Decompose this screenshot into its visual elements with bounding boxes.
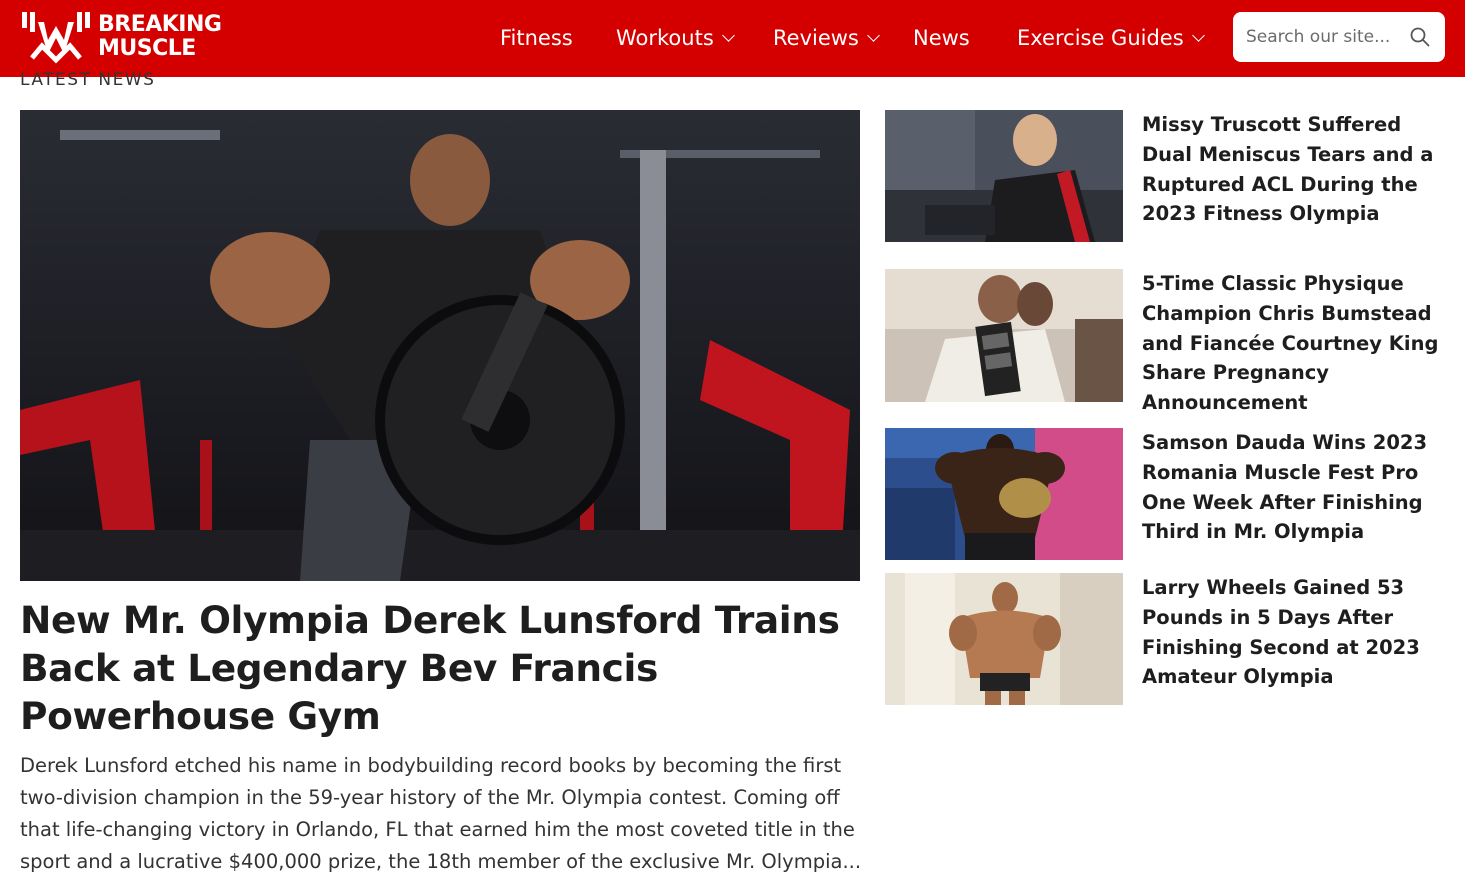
chevron-down-icon (1191, 29, 1205, 42)
nav-label: Fitness (500, 26, 573, 50)
article-thumbnail[interactable] (885, 110, 1123, 242)
article-thumbnail[interactable] (885, 573, 1123, 705)
thumbnail-photo (885, 573, 1123, 705)
featured-photo (20, 110, 860, 581)
nav-reviews[interactable]: Reviews (773, 24, 880, 52)
featured-article-excerpt: Derek Lunsford etched his name in bodybu… (20, 754, 862, 873)
featured-article-title[interactable]: New Mr. Olympia Derek Lunsford Trains Ba… (20, 596, 860, 740)
nav-workouts[interactable]: Workouts (616, 24, 735, 52)
featured-article-image[interactable] (20, 110, 860, 581)
article-thumbnail[interactable] (885, 428, 1123, 560)
article-title[interactable]: Larry Wheels Gained 53 Pounds in 5 Days … (1142, 573, 1452, 692)
nav-label: Workouts (616, 26, 714, 50)
search-box (1233, 12, 1445, 62)
nav-label: News (913, 26, 970, 50)
search-icon[interactable] (1409, 26, 1431, 48)
logo-line-2: MUSCLE (98, 36, 196, 61)
nav-label: Reviews (773, 26, 859, 50)
article-title[interactable]: 5-Time Classic Physique Champion Chris B… (1142, 269, 1452, 418)
nav-exercise-guides[interactable]: Exercise Guides (1017, 24, 1205, 52)
article-title[interactable]: Samson Dauda Wins 2023 Romania Muscle Fe… (1142, 428, 1452, 547)
section-label: LATEST NEWS (20, 70, 156, 90)
article-title[interactable]: Missy Truscott Suffered Dual Meniscus Te… (1142, 110, 1452, 229)
thumbnail-photo (885, 110, 1123, 242)
search-input[interactable] (1246, 27, 1406, 47)
thumbnail-photo (885, 269, 1123, 402)
nav-fitness[interactable]: Fitness (500, 24, 573, 52)
logo-wordmark: BREAKING MUSCLE (98, 12, 222, 61)
chevron-down-icon (867, 29, 880, 42)
article-thumbnail[interactable] (885, 269, 1123, 402)
site-header: BREAKING MUSCLE Fitness Workouts Reviews… (0, 0, 1465, 77)
nav-label: Exercise Guides (1017, 26, 1184, 50)
logo-line-1: BREAKING (98, 12, 222, 37)
chevron-down-icon (721, 29, 735, 42)
nav-news[interactable]: News (913, 24, 970, 52)
logo-mark-icon (22, 12, 90, 64)
thumbnail-photo (885, 428, 1123, 560)
site-logo[interactable]: BREAKING MUSCLE (20, 8, 230, 66)
